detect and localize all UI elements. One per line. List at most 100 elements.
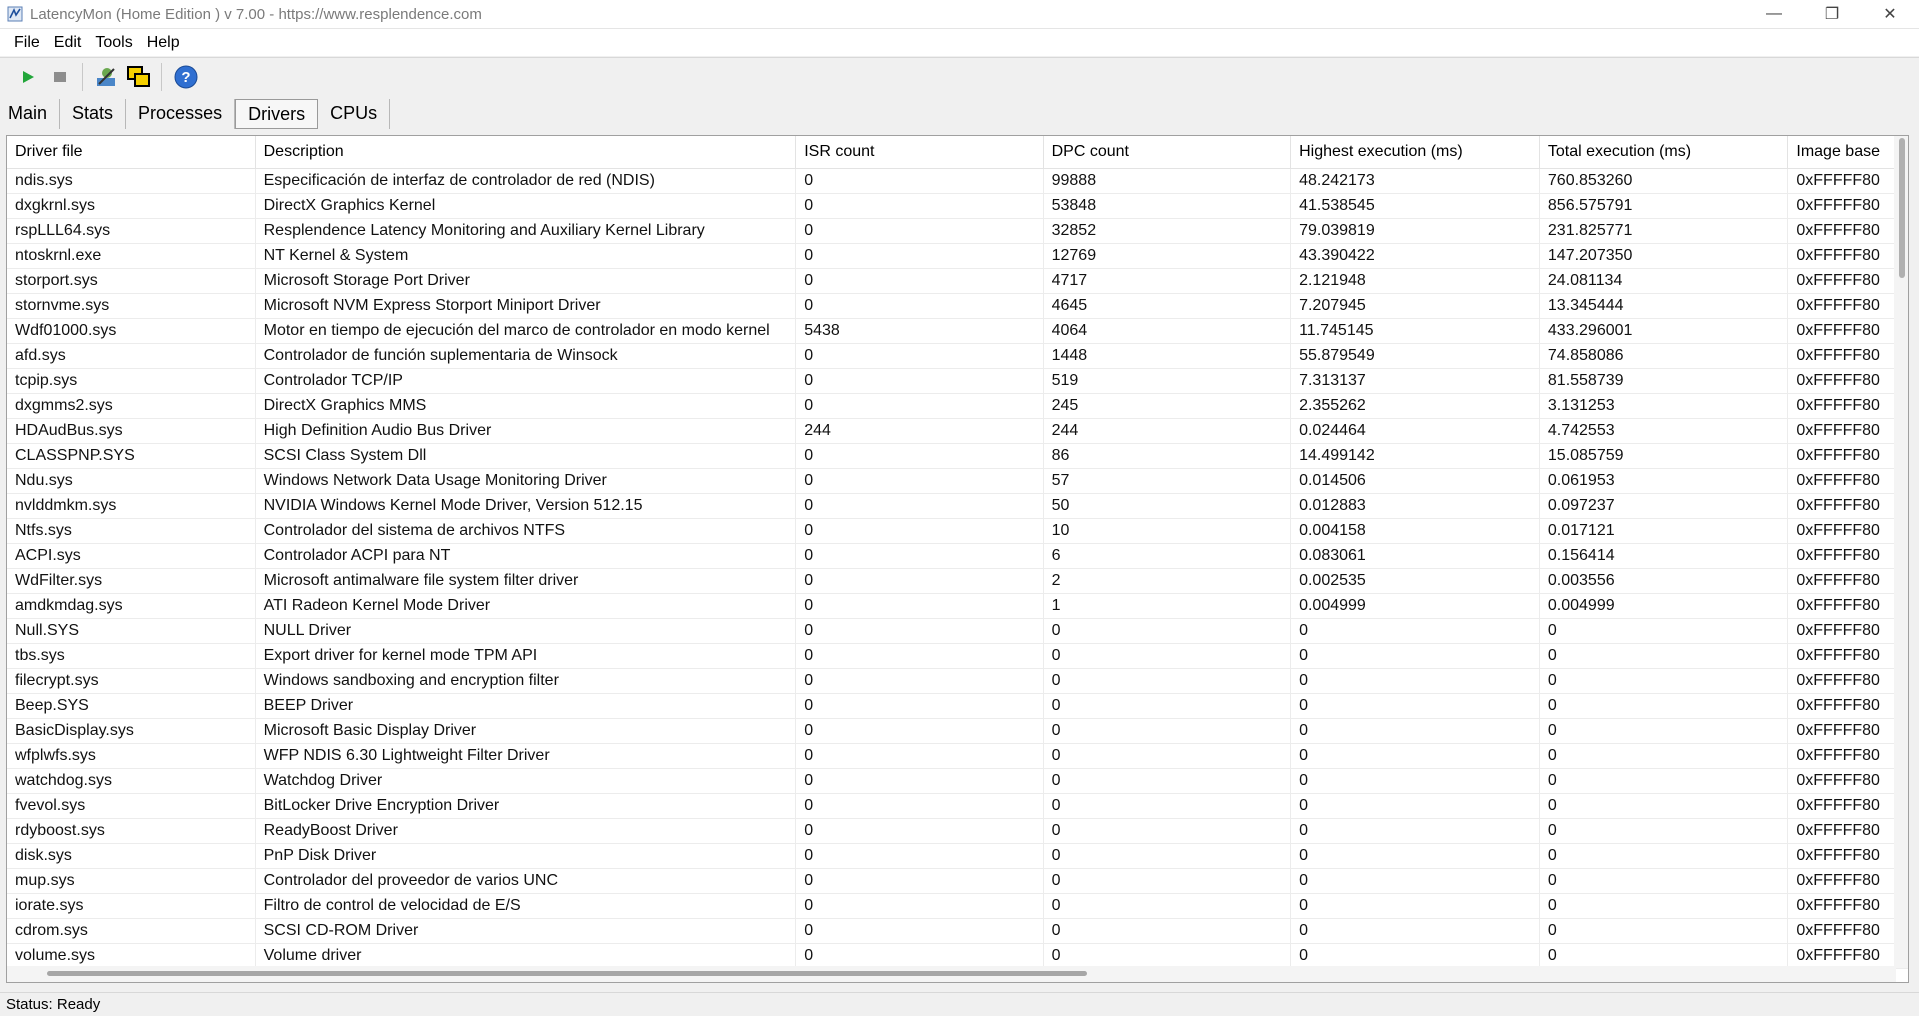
tab-cpus[interactable]: CPUs [318, 99, 391, 129]
table-cell: 0 [795, 618, 1044, 644]
table-cell: 0xFFFFF80 [1787, 318, 1908, 344]
windows-button[interactable] [125, 62, 153, 92]
column-header[interactable]: DPC count [1043, 136, 1292, 169]
vertical-scroll-thumb[interactable] [1899, 138, 1905, 278]
table-cell: 433.296001 [1539, 318, 1789, 344]
table-cell: 0 [1290, 768, 1540, 794]
menu-file[interactable]: File [0, 29, 47, 57]
table-row[interactable]: rdyboost.sys ReadyBoost Driver 0 0 0 0 0xFFFFF… [7, 818, 1908, 844]
table-row[interactable]: Wdf01000.sys Motor en tiempo de ejecución… [7, 318, 1908, 344]
table-row[interactable]: Beep.SYS BEEP Driver 0 0 0 0 0xFFFFF80 [7, 693, 1908, 719]
window-controls: — ❐ ✕ [1745, 0, 1919, 28]
table-cell: Microsoft NVM Express Storport Miniport … [255, 293, 797, 319]
table-row[interactable]: tbs.sys Export driver for kernel mode TPM… [7, 643, 1908, 669]
profile-button[interactable] [93, 62, 121, 92]
table-row[interactable]: amdkmdag.sys ATI Radeon Kernel Mode Drive… [7, 593, 1908, 619]
table-row[interactable]: cdrom.sys SCSI CD-ROM Driver 0 0 0 0 0xFFFFF80 [7, 918, 1908, 944]
table-row[interactable]: fvevol.sys BitLocker Drive Encryption Dri… [7, 793, 1908, 819]
menu-edit[interactable]: Edit [47, 29, 89, 57]
table-cell: Beep.SYS [7, 693, 256, 719]
profile-icon [97, 67, 115, 86]
tab-drivers[interactable]: Drivers [235, 99, 319, 129]
table-row[interactable]: iorate.sys Filtro de control de velocidad… [7, 893, 1908, 919]
table-row[interactable]: HDAudBus.sys High Definition Audio Bus Dr… [7, 418, 1908, 444]
table-cell: 0 [795, 893, 1044, 919]
table-cell: 0xFFFFF80 [1787, 518, 1908, 544]
table-row[interactable]: CLASSPNP.SYS SCSI Class System Dll 0 86 14.4… [7, 443, 1908, 469]
start-monitor-button[interactable] [14, 62, 42, 92]
table-row[interactable]: Null.SYS NULL Driver 0 0 0 0 0xFFFFF80 [7, 618, 1908, 644]
table-row[interactable]: filecrypt.sys Windows sandboxing and encr… [7, 668, 1908, 694]
table-cell: 0 [795, 918, 1044, 944]
table-row[interactable]: storport.sys Microsoft Storage Port Drive… [7, 268, 1908, 294]
table-cell: nvlddmkm.sys [7, 493, 256, 519]
tab-stats[interactable]: Stats [60, 99, 127, 129]
table-cell: tcpip.sys [7, 368, 256, 394]
stop-monitor-button[interactable] [46, 62, 74, 92]
table-row[interactable]: BasicDisplay.sys Microsoft Basic Display … [7, 718, 1908, 744]
horizontal-scrollbar[interactable] [7, 966, 1896, 982]
table-cell: 0 [1539, 768, 1789, 794]
menu-help[interactable]: Help [140, 29, 187, 57]
column-header[interactable]: Highest execution (ms) [1290, 136, 1540, 169]
table-row[interactable]: dxgmms2.sys DirectX Graphics MMS 0 245 2.355… [7, 393, 1908, 419]
table-cell: 0xFFFFF80 [1787, 643, 1908, 669]
table-cell: ndis.sys [7, 168, 256, 194]
table-row[interactable]: afd.sys Controlador de función suplementa… [7, 343, 1908, 369]
table-row[interactable]: ntoskrnl.exe NT Kernel & System 0 12769 43.3… [7, 243, 1908, 269]
table-row[interactable]: Ntfs.sys Controlador del sistema de archi… [7, 518, 1908, 544]
table-cell: 0 [1539, 793, 1789, 819]
table-cell: 0xFFFFF80 [1787, 418, 1908, 444]
table-row[interactable]: dxgkrnl.sys DirectX Graphics Kernel 0 53848… [7, 193, 1908, 219]
table-row[interactable]: ndis.sys Especificación de interfaz de co… [7, 168, 1908, 194]
table-row[interactable]: ACPI.sys Controlador ACPI para NT 0 6 0.0830… [7, 543, 1908, 569]
table-row[interactable]: wfplwfs.sys WFP NDIS 6.30 Lightweight Fil… [7, 743, 1908, 769]
table-row[interactable]: nvlddmkm.sys NVIDIA Windows Kernel Mode D… [7, 493, 1908, 519]
menu-tools[interactable]: Tools [88, 29, 139, 57]
table-cell: 53848 [1043, 193, 1292, 219]
table-cell: Controlador de función suplementaria de … [255, 343, 797, 369]
table-row[interactable]: stornvme.sys Microsoft NVM Express Storpo… [7, 293, 1908, 319]
table-row[interactable]: disk.sys PnP Disk Driver 0 0 0 0 0xFFFFF80 [7, 843, 1908, 869]
column-header[interactable]: Total execution (ms) [1539, 136, 1789, 169]
minimize-button[interactable]: — [1745, 0, 1803, 28]
help-button[interactable]: ? [172, 62, 200, 92]
column-header[interactable]: Driver file [7, 136, 256, 169]
table-cell: 4.742553 [1539, 418, 1789, 444]
restore-button[interactable]: ❐ [1803, 0, 1861, 28]
horizontal-scroll-thumb[interactable] [47, 971, 1087, 976]
table-row[interactable]: Ndu.sys Windows Network Data Usage Monito… [7, 468, 1908, 494]
column-header[interactable]: Description [255, 136, 797, 169]
table-cell: 1 [1043, 593, 1292, 619]
table-row[interactable]: tcpip.sys Controlador TCP/IP 0 519 7.313137 8… [7, 368, 1908, 394]
tab-processes[interactable]: Processes [126, 99, 236, 129]
close-button[interactable]: ✕ [1861, 0, 1919, 28]
table-row[interactable]: volume.sys Volume driver 0 0 0 0 0xFFFFF80 [7, 943, 1908, 969]
table-cell: 0 [1539, 843, 1789, 869]
toolbar-separator [161, 62, 162, 91]
table-cell: 0 [1290, 868, 1540, 894]
column-header[interactable]: Image base [1787, 136, 1908, 169]
table-row[interactable]: mup.sys Controlador del proveedor de vari… [7, 868, 1908, 894]
table-cell: 0.004158 [1290, 518, 1540, 544]
table-row[interactable]: watchdog.sys Watchdog Driver 0 0 0 0 0xFFFFF80 [7, 768, 1908, 794]
drivers-grid[interactable]: Driver file Description ISR count DPC count… [6, 135, 1909, 983]
table-cell: 0.002535 [1290, 568, 1540, 594]
table-cell: WFP NDIS 6.30 Lightweight Filter Driver [255, 743, 797, 769]
table-cell: 0 [1290, 718, 1540, 744]
vertical-scrollbar[interactable] [1894, 136, 1908, 968]
table-cell: 2.121948 [1290, 268, 1540, 294]
table-cell: 0.017121 [1539, 518, 1789, 544]
column-header[interactable]: ISR count [795, 136, 1044, 169]
table-cell: 0 [795, 793, 1044, 819]
table-cell: 0 [1539, 893, 1789, 919]
table-cell: 7.207945 [1290, 293, 1540, 319]
table-cell: 0 [1539, 693, 1789, 719]
table-cell: filecrypt.sys [7, 668, 256, 694]
table-row[interactable]: rspLLL64.sys Resplendence Latency Monitor… [7, 218, 1908, 244]
table-cell: 0 [795, 443, 1044, 469]
table-cell: HDAudBus.sys [7, 418, 256, 444]
table-cell: 0 [795, 593, 1044, 619]
table-row[interactable]: WdFilter.sys Microsoft antimalware file s… [7, 568, 1908, 594]
tab-main[interactable]: Main [0, 99, 61, 129]
